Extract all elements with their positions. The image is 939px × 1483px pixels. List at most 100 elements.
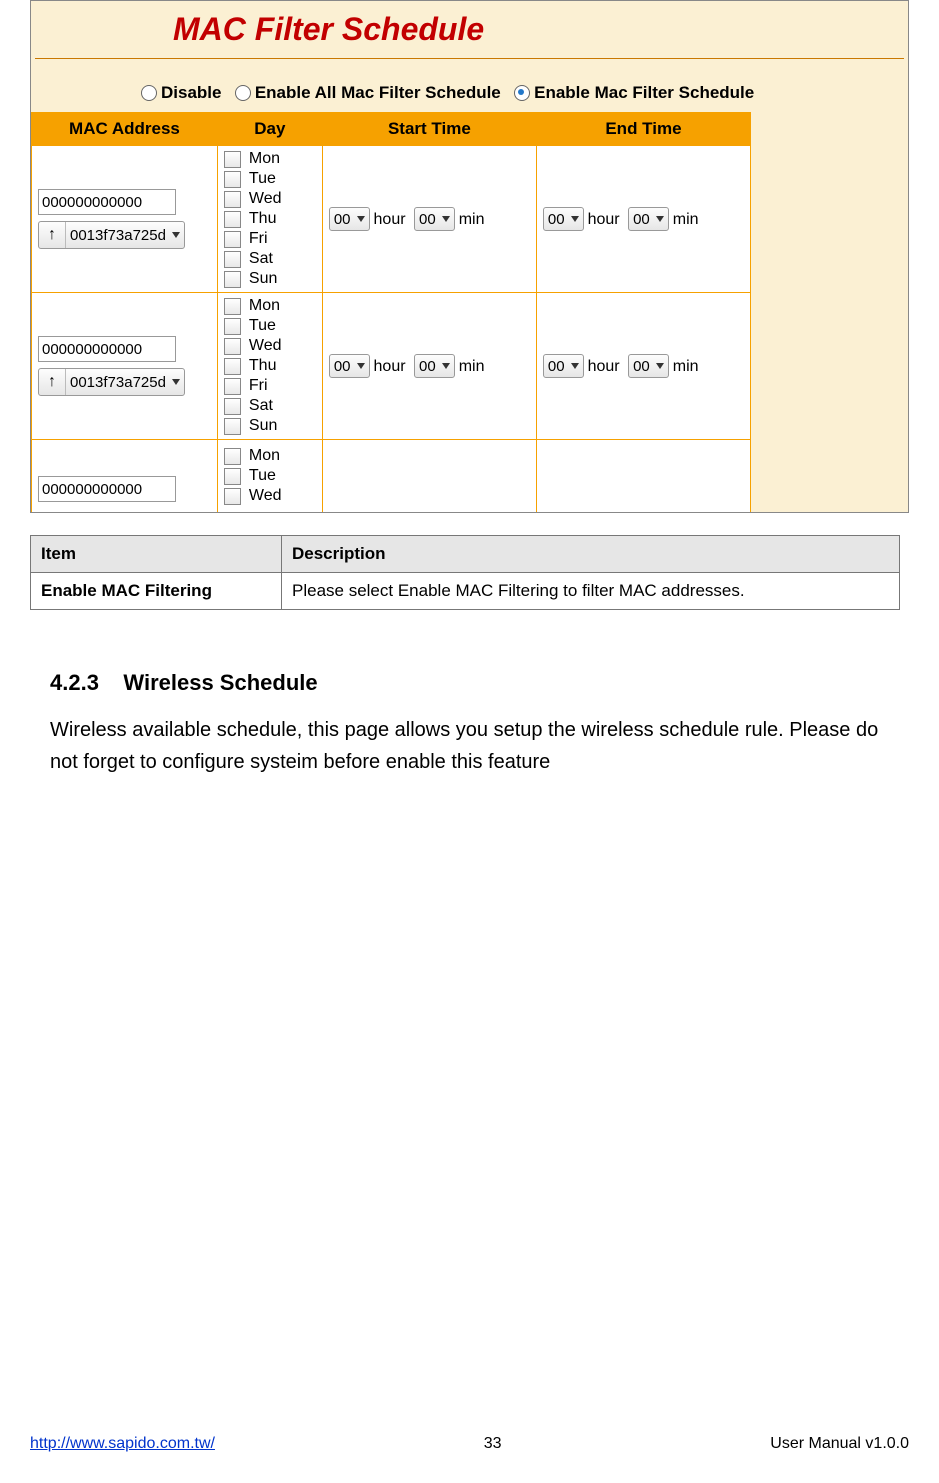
chevron-down-icon [172, 232, 180, 238]
checkbox-icon [224, 418, 241, 435]
radio-disable[interactable]: Disable [141, 83, 221, 103]
table-header-row: MAC Address Day Start Time End Time [32, 113, 751, 146]
day-checkbox[interactable]: Tue [224, 317, 316, 335]
schedule-table: MAC Address Day Start Time End Time ↑ 00… [31, 112, 751, 512]
checkbox-icon [224, 151, 241, 168]
day-checkbox[interactable]: Thu [224, 357, 316, 375]
arrow-up-icon: ↑ [39, 222, 66, 248]
day-checkbox[interactable]: Thu [224, 210, 316, 228]
col-item: Item [31, 536, 282, 573]
day-checkbox[interactable]: Fri [224, 230, 316, 248]
end-hour-select[interactable]: 00 [543, 354, 584, 378]
start-hour-select[interactable]: 00 [329, 207, 370, 231]
mac-address-input[interactable] [38, 336, 176, 362]
checkbox-icon [224, 298, 241, 315]
radio-icon [514, 85, 530, 101]
day-checkbox[interactable]: Sun [224, 270, 316, 288]
mac-dropdown[interactable]: ↑ 0013f73a725d [38, 368, 185, 396]
checkbox-icon [224, 488, 241, 505]
day-label: Fri [249, 377, 268, 395]
day-checkbox[interactable]: Sun [224, 417, 316, 435]
day-checkbox[interactable]: Mon [224, 447, 316, 465]
mac-dropdown-value: 0013f73a725d [70, 374, 166, 391]
select-value: 00 [334, 211, 351, 228]
col-end: End Time [536, 113, 750, 146]
checkbox-icon [224, 378, 241, 395]
footer-page-number: 33 [484, 1435, 502, 1453]
description-table: Item Description Enable MAC Filtering Pl… [30, 535, 900, 610]
min-label: min [673, 358, 699, 375]
day-checkbox[interactable]: Tue [224, 170, 316, 188]
mac-dropdown-value: 0013f73a725d [70, 227, 166, 244]
chevron-down-icon [656, 216, 664, 222]
mac-address-input[interactable] [38, 476, 176, 502]
select-value: 00 [548, 358, 565, 375]
start-min-select[interactable]: 00 [414, 207, 455, 231]
chevron-down-icon [571, 216, 579, 222]
day-checkbox[interactable]: Mon [224, 297, 316, 315]
day-label: Tue [249, 467, 276, 485]
table-row: ↑ 0013f73a725d Mon Tue Wed Thu Fri Sat S… [32, 146, 751, 293]
hour-label: hour [374, 211, 406, 228]
day-checkbox[interactable]: Wed [224, 190, 316, 208]
body-text: 4.2.3 Wireless Schedule Wireless availab… [50, 670, 889, 778]
checkbox-icon [224, 211, 241, 228]
day-checkbox[interactable]: Wed [224, 337, 316, 355]
checkbox-icon [224, 398, 241, 415]
day-label: Wed [249, 487, 282, 505]
description-cell: Please select Enable MAC Filtering to fi… [282, 573, 900, 610]
day-checkbox-group: Mon Tue Wed Thu Fri Sat Sun [224, 297, 316, 435]
checkbox-icon [224, 318, 241, 335]
day-label: Sun [249, 270, 277, 288]
day-checkbox[interactable]: Fri [224, 377, 316, 395]
day-label: Sat [249, 250, 273, 268]
select-value: 00 [419, 358, 436, 375]
footer-version: User Manual v1.0.0 [770, 1435, 909, 1453]
day-label: Mon [249, 447, 280, 465]
checkbox-icon [224, 171, 241, 188]
mac-address-input[interactable] [38, 189, 176, 215]
day-label: Mon [249, 297, 280, 315]
radio-label: Disable [161, 83, 221, 103]
select-value: 00 [633, 358, 650, 375]
checkbox-icon [224, 468, 241, 485]
day-label: Thu [249, 210, 277, 228]
select-value: 00 [633, 211, 650, 228]
chevron-down-icon [571, 363, 579, 369]
min-label: min [459, 211, 485, 228]
table-header-row: Item Description [31, 536, 900, 573]
hour-label: hour [588, 211, 620, 228]
select-value: 00 [334, 358, 351, 375]
end-hour-select[interactable]: 00 [543, 207, 584, 231]
day-checkbox-group: Mon Tue Wed Thu Fri Sat Sun [224, 150, 316, 288]
end-min-select[interactable]: 00 [628, 354, 669, 378]
day-label: Fri [249, 230, 268, 248]
day-checkbox[interactable]: Wed [224, 487, 316, 505]
page-title: MAC Filter Schedule [31, 1, 908, 58]
checkbox-icon [224, 358, 241, 375]
day-label: Tue [249, 317, 276, 335]
hour-label: hour [588, 358, 620, 375]
mac-dropdown[interactable]: ↑ 0013f73a725d [38, 221, 185, 249]
day-checkbox-group: Mon Tue Wed [224, 447, 316, 505]
chevron-down-icon [442, 363, 450, 369]
day-checkbox[interactable]: Tue [224, 467, 316, 485]
day-checkbox[interactable]: Sat [224, 397, 316, 415]
start-min-select[interactable]: 00 [414, 354, 455, 378]
schedule-mode-options: Disable Enable All Mac Filter Schedule E… [31, 59, 908, 112]
start-hour-select[interactable]: 00 [329, 354, 370, 378]
radio-icon [235, 85, 251, 101]
radio-enable-all[interactable]: Enable All Mac Filter Schedule [235, 83, 501, 103]
end-min-select[interactable]: 00 [628, 207, 669, 231]
day-label: Mon [249, 150, 280, 168]
radio-label: Enable All Mac Filter Schedule [255, 83, 501, 103]
day-checkbox[interactable]: Sat [224, 250, 316, 268]
day-checkbox[interactable]: Mon [224, 150, 316, 168]
section-heading: 4.2.3 Wireless Schedule [50, 670, 889, 696]
table-row: ↑ 0013f73a725d Mon Tue Wed Thu Fri Sat S… [32, 293, 751, 440]
arrow-up-icon: ↑ [39, 369, 66, 395]
footer-url[interactable]: http://www.sapido.com.tw/ [30, 1435, 215, 1453]
day-label: Wed [249, 190, 282, 208]
min-label: min [459, 358, 485, 375]
radio-enable[interactable]: Enable Mac Filter Schedule [514, 83, 754, 103]
